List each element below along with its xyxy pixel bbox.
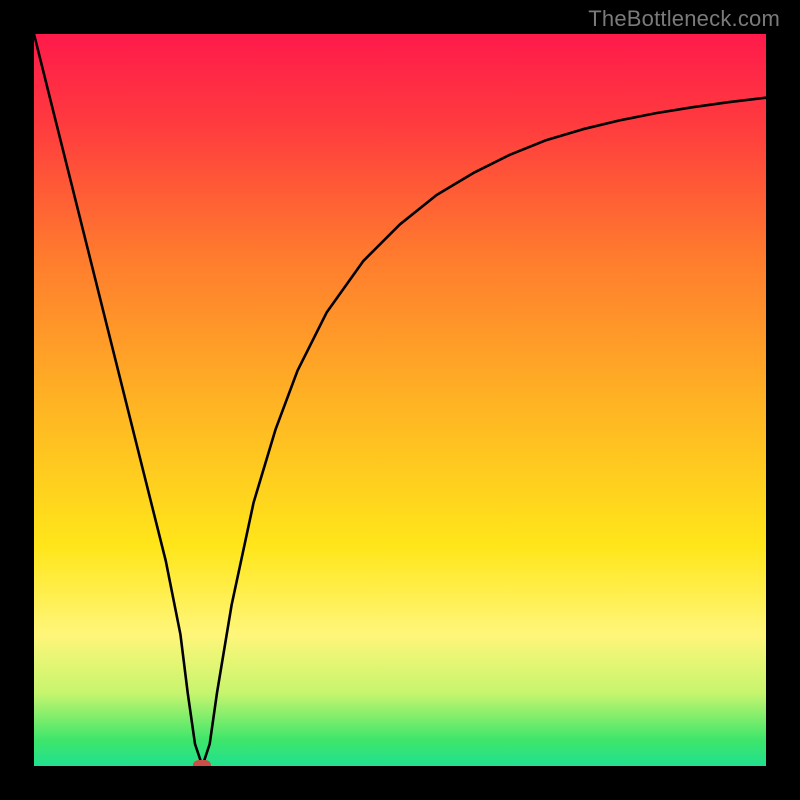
bottleneck-curve [34, 34, 766, 766]
optimal-point-marker [193, 760, 211, 766]
watermark-text: TheBottleneck.com [588, 6, 780, 32]
plot-area [34, 34, 766, 766]
chart-frame: TheBottleneck.com [0, 0, 800, 800]
